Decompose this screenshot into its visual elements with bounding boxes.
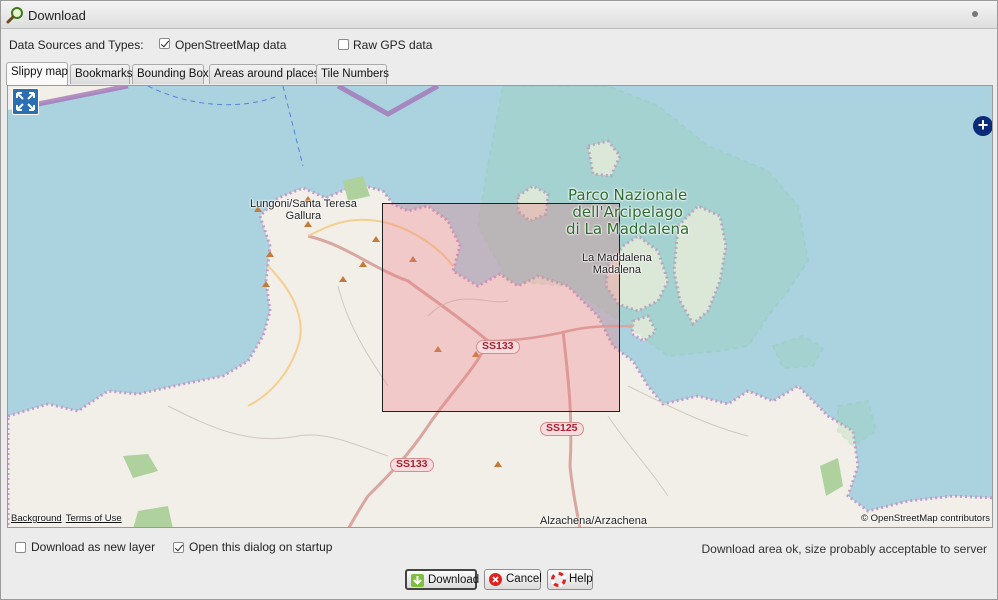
new-layer-checkbox[interactable]: [15, 542, 26, 553]
town-label-arzachena: Alzachena/Arzachena: [540, 515, 648, 527]
title-bar: Download: [1, 1, 997, 29]
download-status-text: Download area ok, size probably acceptab…: [701, 542, 988, 556]
fullscreen-button[interactable]: [12, 88, 39, 115]
tab-tile-numbers[interactable]: Tile Numbers: [316, 64, 389, 84]
download-arrow-icon: [411, 574, 424, 587]
cancel-button[interactable]: Cancel: [484, 569, 542, 590]
window-menu-dot[interactable]: [972, 11, 978, 17]
fullscreen-icon: [16, 92, 35, 111]
data-sources-row: Data Sources and Types: OpenStreetMap da…: [1, 31, 997, 57]
zoom-in-button[interactable]: +: [973, 116, 992, 136]
magnifier-download-icon: [6, 7, 23, 24]
open-on-startup-checkbox[interactable]: [173, 542, 184, 553]
town-label-santa-teresa: Lungoni/Santa Teresa Gallura: [250, 198, 357, 222]
raw-gps-label[interactable]: Raw GPS data: [353, 38, 432, 52]
raw-gps-checkbox[interactable]: [338, 39, 349, 50]
window-title: Download: [28, 8, 86, 23]
help-button[interactable]: Help: [547, 569, 593, 590]
help-button-label: Help: [569, 573, 593, 585]
road-shield-ss125: SS125: [540, 422, 584, 436]
map-attribution-links: Background Terms of Use: [11, 513, 126, 524]
background-link[interactable]: Background: [11, 513, 62, 524]
options-row: Download as new layer Open this dialog o…: [1, 533, 997, 559]
territorial-boundary: [147, 86, 304, 167]
tab-areas-around-places[interactable]: Areas around places: [209, 64, 319, 84]
new-layer-label[interactable]: Download as new layer: [31, 540, 155, 554]
data-sources-label: Data Sources and Types:: [9, 38, 144, 52]
cancel-icon: [489, 573, 502, 586]
lifebuoy-icon: [551, 572, 566, 587]
open-on-startup-label[interactable]: Open this dialog on startup: [189, 540, 332, 554]
terms-of-use-link[interactable]: Terms of Use: [66, 513, 122, 524]
road-shield-ss133: SS133: [476, 340, 520, 354]
park-label: Parco Nazionale dell'Arcipelago di La Ma…: [566, 186, 690, 238]
osm-attribution[interactable]: © OpenStreetMap contributors: [861, 513, 990, 524]
tab-bookmarks[interactable]: Bookmarks: [70, 64, 133, 84]
osm-data-checkbox[interactable]: [159, 38, 170, 49]
osm-data-label[interactable]: OpenStreetMap data: [175, 38, 286, 52]
download-button[interactable]: Download: [405, 569, 480, 590]
download-dialog: Download Data Sources and Types: OpenStr…: [0, 0, 998, 600]
cancel-button-label: Cancel: [506, 573, 542, 585]
park-islet-east: [771, 334, 825, 370]
town-label-la-maddalena: La Maddalena Madalena: [582, 252, 652, 276]
slippy-map[interactable]: Lungoni/Santa Teresa Gallura Parco Nazio…: [7, 85, 993, 528]
download-button-label: Download: [428, 574, 480, 586]
tab-bounding-box[interactable]: Bounding Box: [132, 64, 209, 84]
tab-slippy-map[interactable]: Slippy map: [6, 62, 68, 85]
road-shield-ss133-south: SS133: [390, 458, 434, 472]
